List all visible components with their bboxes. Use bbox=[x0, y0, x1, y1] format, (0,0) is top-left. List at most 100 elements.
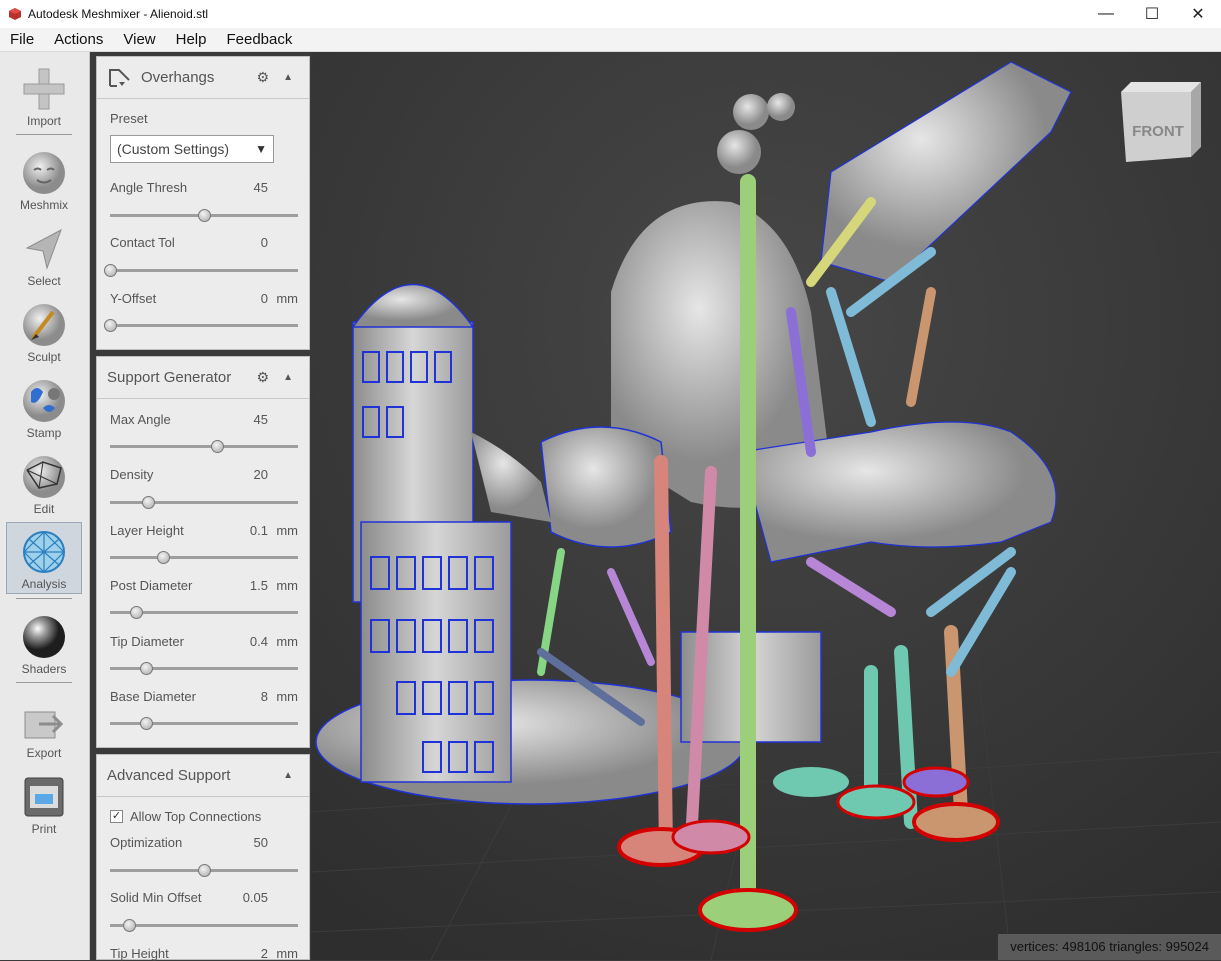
solid-min-offset-value[interactable]: 0.05 bbox=[243, 890, 268, 905]
tool-import[interactable]: Import bbox=[6, 60, 82, 132]
tool-label: Stamp bbox=[26, 426, 62, 440]
tool-label: Import bbox=[26, 114, 61, 128]
layer-height-value[interactable]: 0.1 bbox=[250, 523, 268, 538]
tool-label: Sculpt bbox=[27, 350, 61, 364]
tip-diameter-value[interactable]: 0.4 bbox=[250, 634, 268, 649]
tool-meshmix[interactable]: Meshmix bbox=[6, 144, 82, 216]
base-diameter-slider[interactable] bbox=[110, 717, 298, 730]
menu-actions[interactable]: Actions bbox=[44, 28, 113, 52]
support-generator-title: Support Generator bbox=[107, 369, 232, 386]
slider-thumb[interactable] bbox=[122, 919, 136, 932]
slider-thumb[interactable] bbox=[130, 606, 144, 619]
max-angle-value[interactable]: 45 bbox=[254, 412, 268, 427]
tool-print[interactable]: Print bbox=[6, 768, 82, 840]
shader-sphere-icon bbox=[23, 616, 65, 658]
advanced-support-header[interactable]: Advanced Support ▲ bbox=[97, 755, 309, 797]
overhangs-title: Overhangs bbox=[141, 69, 215, 86]
tool-label: Edit bbox=[33, 502, 55, 516]
base-diameter-label: Base Diameter bbox=[110, 689, 196, 704]
slider-thumb[interactable] bbox=[139, 662, 153, 675]
slider-thumb[interactable] bbox=[211, 440, 225, 453]
title-bar: Autodesk Meshmixer - Alienoid.stl — ☐ ✕ bbox=[0, 0, 1221, 28]
base-diameter-value[interactable]: 8 bbox=[261, 689, 268, 704]
post-diameter-value[interactable]: 1.5 bbox=[250, 578, 268, 593]
tool-shaders[interactable]: Shaders bbox=[6, 608, 82, 680]
angle-thresh-slider[interactable] bbox=[110, 209, 298, 222]
tip-height-value[interactable]: 2 bbox=[261, 946, 268, 961]
close-button[interactable]: ✕ bbox=[1175, 0, 1221, 28]
tool-label: Meshmix bbox=[19, 198, 68, 212]
angle-thresh-value[interactable]: 45 bbox=[254, 180, 268, 195]
3d-viewport[interactable]: FRONT vertices: 498106 triangles: 995024 bbox=[311, 52, 1221, 960]
tool-edit[interactable]: Edit bbox=[6, 448, 82, 520]
scene-render: FRONT bbox=[311, 52, 1221, 960]
overhangs-header[interactable]: Overhangs ⚙ ▲ bbox=[97, 57, 309, 99]
tool-export[interactable]: Export bbox=[6, 692, 82, 764]
meshmix-face-icon bbox=[23, 152, 65, 194]
menu-view[interactable]: View bbox=[113, 28, 165, 52]
preset-select[interactable]: (Custom Settings) ▼ bbox=[110, 135, 274, 163]
window-title: Autodesk Meshmixer - Alienoid.stl bbox=[28, 7, 209, 21]
minimize-button[interactable]: — bbox=[1083, 0, 1129, 28]
tool-sidebar: Import Meshmix Select Sculpt Stamp Edit … bbox=[0, 52, 90, 960]
post-diameter-slider[interactable] bbox=[110, 606, 298, 619]
slider-thumb[interactable] bbox=[104, 264, 117, 277]
menu-feedback[interactable]: Feedback bbox=[216, 28, 302, 52]
contact-tol-value[interactable]: 0 bbox=[261, 235, 268, 250]
optimization-slider[interactable] bbox=[110, 864, 298, 877]
allow-top-connections-row[interactable]: ✓ Allow Top Connections bbox=[110, 809, 298, 824]
y-offset-value[interactable]: 0 bbox=[261, 291, 268, 306]
preset-value: (Custom Settings) bbox=[117, 141, 230, 157]
tool-divider bbox=[16, 682, 72, 683]
export-icon bbox=[24, 711, 64, 739]
menu-help[interactable]: Help bbox=[166, 28, 217, 52]
sculpt-brush-icon bbox=[23, 304, 65, 346]
menu-bar: File Actions View Help Feedback bbox=[0, 28, 1221, 52]
support-generator-header[interactable]: Support Generator ⚙ ▲ bbox=[97, 357, 309, 399]
allow-top-connections-label: Allow Top Connections bbox=[130, 809, 262, 824]
density-label: Density bbox=[110, 467, 154, 482]
advanced-support-title: Advanced Support bbox=[107, 767, 231, 784]
angle-thresh-label: Angle Thresh bbox=[110, 180, 188, 195]
gear-icon[interactable]: ⚙ bbox=[257, 69, 270, 86]
tool-label: Export bbox=[26, 746, 62, 760]
density-value[interactable]: 20 bbox=[254, 467, 268, 482]
slider-thumb[interactable] bbox=[139, 717, 153, 730]
optimization-label: Optimization bbox=[110, 835, 183, 850]
slider-thumb[interactable] bbox=[141, 496, 155, 509]
view-cube-label[interactable]: FRONT bbox=[1132, 123, 1184, 140]
gear-icon[interactable]: ⚙ bbox=[257, 369, 270, 386]
optimization-value[interactable]: 50 bbox=[254, 835, 268, 850]
collapse-icon[interactable]: ▲ bbox=[283, 72, 293, 83]
collapse-icon[interactable]: ▲ bbox=[283, 770, 293, 781]
tool-stamp[interactable]: Stamp bbox=[6, 372, 82, 444]
tool-sculpt[interactable]: Sculpt bbox=[6, 296, 82, 368]
layer-height-slider[interactable] bbox=[110, 551, 298, 564]
contact-tol-slider[interactable] bbox=[104, 264, 298, 277]
preset-label: Preset bbox=[110, 111, 148, 126]
max-angle-label: Max Angle bbox=[110, 412, 171, 427]
y-offset-label: Y-Offset bbox=[110, 291, 157, 306]
maximize-button[interactable]: ☐ bbox=[1129, 0, 1175, 28]
allow-top-connections-checkbox[interactable]: ✓ bbox=[110, 810, 123, 823]
support-generator-panel: Support Generator ⚙ ▲ Max Angle 45 Densi… bbox=[96, 356, 310, 748]
menu-file[interactable]: File bbox=[0, 28, 44, 52]
slider-thumb[interactable] bbox=[104, 319, 117, 332]
layer-height-label: Layer Height bbox=[110, 523, 184, 538]
solid-min-offset-slider[interactable] bbox=[110, 919, 298, 932]
density-slider[interactable] bbox=[110, 496, 298, 509]
tool-select[interactable]: Select bbox=[6, 220, 82, 292]
edit-mesh-icon bbox=[23, 456, 65, 498]
tool-analysis[interactable]: Analysis bbox=[6, 522, 82, 594]
tool-label: Print bbox=[31, 822, 57, 836]
view-cube[interactable]: FRONT bbox=[1121, 82, 1201, 162]
slider-thumb[interactable] bbox=[156, 551, 170, 564]
collapse-icon[interactable]: ▲ bbox=[283, 372, 293, 383]
slider-thumb[interactable] bbox=[198, 864, 211, 877]
tool-label: Shaders bbox=[21, 662, 67, 676]
y-offset-slider[interactable] bbox=[104, 319, 298, 332]
tip-diameter-slider[interactable] bbox=[110, 662, 298, 675]
max-angle-slider[interactable] bbox=[110, 440, 298, 453]
advanced-support-panel: Advanced Support ▲ ✓ Allow Top Connectio… bbox=[96, 754, 310, 961]
slider-thumb[interactable] bbox=[198, 209, 211, 222]
